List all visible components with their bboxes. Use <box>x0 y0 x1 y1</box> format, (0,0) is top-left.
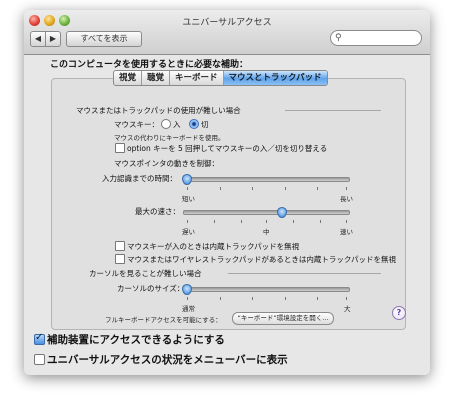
max-speed-min-label: 遅い <box>182 228 195 236</box>
cursor-section-header: カーソルを見ることが難しい場合 <box>89 269 202 278</box>
max-speed-slider[interactable] <box>183 210 350 215</box>
option-toggle-checkbox[interactable] <box>115 143 125 153</box>
search-field[interactable]: ⚲ <box>330 30 422 46</box>
mouse-keys-label: マウスキー： <box>114 120 159 129</box>
max-speed-thumb[interactable] <box>277 207 287 218</box>
assistive-devices-label: 補助装置にアクセスできるようにする <box>47 334 225 346</box>
tick <box>346 187 347 190</box>
max-speed-max-label: 速い <box>340 228 353 236</box>
ignore-builtin-wireless-checkbox[interactable] <box>115 254 125 264</box>
divider <box>228 273 381 274</box>
tick <box>220 187 221 190</box>
tick <box>346 220 347 223</box>
show-all-button[interactable]: すべてを表示 <box>66 31 142 47</box>
ignore-builtin-wireless-label: マウスまたはワイヤレストラックパッドがあるときは内蔵トラックパッドを無視 <box>127 255 397 264</box>
tick <box>317 297 318 300</box>
tab-seeing[interactable]: 視覚 <box>114 71 143 85</box>
tick <box>214 220 215 223</box>
mouse-keys-note: マウスの代わりにキーボードを使用。 <box>114 134 225 142</box>
initial-delay-max-label: 長い <box>340 195 353 203</box>
mouse-keys-off-radio[interactable] <box>189 119 199 129</box>
initial-delay-thumb[interactable] <box>182 174 192 185</box>
tab-mouse-trackpad[interactable]: マウスとトラックパッド <box>223 71 327 85</box>
tab-keyboard[interactable]: キーボード <box>170 71 224 85</box>
pointer-control-label: マウスポインタの動きを制御： <box>114 159 219 168</box>
ignore-builtin-mousekeys-checkbox[interactable] <box>115 241 125 251</box>
forward-button[interactable]: ▶ <box>45 31 61 47</box>
menu-bar-status-checkbox[interactable] <box>34 354 45 365</box>
preferences-window: ユニバーサルアクセス ◀ ▶ すべてを表示 ⚲ このコンピュータを使用するときに… <box>24 10 430 375</box>
tick <box>266 220 267 223</box>
tab-bar: 視覚 聴覚 キーボード マウスとトラックパッド <box>113 70 328 86</box>
initial-delay-label: 入力認識までの時間： <box>102 174 177 183</box>
initial-delay-slider[interactable] <box>183 177 350 182</box>
tick <box>293 220 294 223</box>
mouse-keys-on-radio[interactable] <box>161 119 171 129</box>
cursor-size-thumb[interactable] <box>182 284 192 295</box>
tick <box>187 187 188 190</box>
tick <box>252 187 253 190</box>
cursor-size-slider[interactable] <box>183 287 350 292</box>
title-bar: ユニバーサルアクセス ◀ ▶ すべてを表示 ⚲ <box>24 10 430 55</box>
tick <box>252 297 253 300</box>
cursor-size-label: カーソルのサイズ： <box>117 284 185 293</box>
divider <box>285 110 381 111</box>
mouse-section-header: マウスまたはトラックパッドの使用が難しい場合 <box>76 106 241 115</box>
cursor-size-min-label: 通常 <box>182 305 195 313</box>
tick <box>317 187 318 190</box>
initial-delay-min-label: 短い <box>182 195 195 203</box>
tick <box>346 297 347 300</box>
max-speed-label: 最大の速さ： <box>135 207 180 216</box>
tick <box>285 187 286 190</box>
back-button[interactable]: ◀ <box>30 31 46 47</box>
search-icon: ⚲ <box>335 33 342 43</box>
full-keyboard-label: フルキーボードアクセスを可能にする： <box>105 316 222 324</box>
option-toggle-label: option キーを 5 回押してマウスキーの入／切を切り替える <box>127 144 328 153</box>
checkmark-icon: ✓ <box>35 332 44 343</box>
tick <box>285 297 286 300</box>
tick <box>220 297 221 300</box>
ignore-builtin-mousekeys-label: マウスキーが入のときは内蔵トラックパッドを無視 <box>127 242 300 251</box>
tab-panel: マウスまたはトラックパッドの使用が難しい場合 マウスキー： 入 切 マウスの代わ… <box>51 78 406 330</box>
open-keyboard-prefs-button[interactable]: “キーボード”環境設定を開く... <box>232 312 334 325</box>
assistive-devices-checkbox[interactable]: ✓ <box>34 332 45 345</box>
mouse-keys-on-label: 入 <box>173 120 181 129</box>
window-title: ユニバーサルアクセス <box>182 18 272 28</box>
section-heading: このコンピュータを使用するときに必要な補助： <box>50 60 249 70</box>
help-button[interactable]: ? <box>392 306 406 320</box>
tick <box>320 220 321 223</box>
tick <box>187 297 188 300</box>
max-speed-mid-label: 中 <box>263 228 270 236</box>
cursor-size-max-label: 大 <box>344 305 351 313</box>
tick <box>187 220 188 223</box>
tab-hearing[interactable]: 聴覚 <box>142 71 171 85</box>
mouse-keys-off-label: 切 <box>201 120 209 129</box>
menu-bar-status-label: ユニバーサルアクセスの状況をメニューバーに表示 <box>47 354 288 366</box>
tick <box>241 220 242 223</box>
